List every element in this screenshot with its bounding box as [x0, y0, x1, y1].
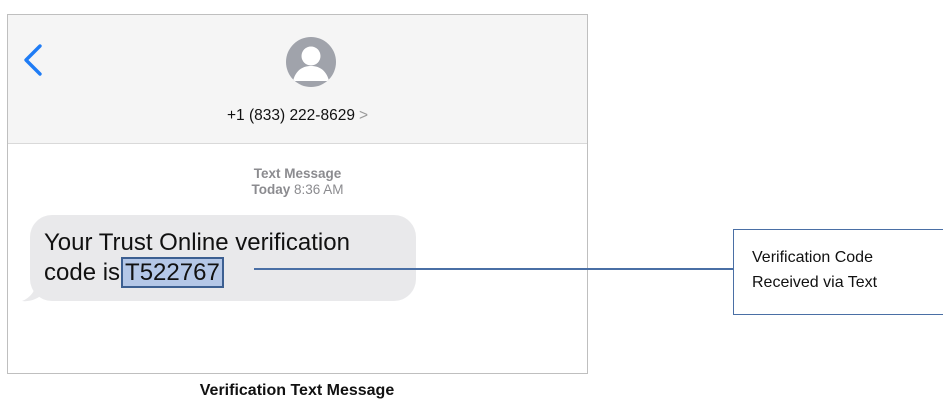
message-timestamp: Text Message Today 8:36 AM — [8, 166, 587, 198]
verification-code: T522767 — [121, 257, 224, 288]
message-type-label: Text Message — [253, 166, 342, 181]
contact-number: +1 (833) 222-8629 — [226, 107, 355, 124]
message-line-2-prefix: code is — [44, 259, 121, 286]
message-line-1: Your Trust Online verification — [44, 229, 350, 256]
message-bubble[interactable]: Your Trust Online verification code is T5… — [30, 215, 416, 301]
callout-box: Verification Code Received via Text — [733, 229, 943, 315]
person-icon[interactable] — [286, 37, 336, 87]
figure-caption: Verification Text Message — [199, 382, 395, 399]
chevron-left-icon[interactable] — [22, 43, 44, 77]
timestamp-time: 8:36 AM — [294, 182, 344, 197]
callout-line-2: Received via Text — [752, 274, 878, 291]
message-line-2: code is T522767 — [44, 257, 416, 288]
chevron-right-icon: > — [358, 107, 369, 124]
callout-connector-line — [254, 268, 734, 270]
conversation-header: +1 (833) 222-8629 > — [8, 15, 587, 144]
timestamp-day: Today — [251, 182, 291, 197]
contact-info[interactable]: +1 (833) 222-8629 > — [8, 107, 587, 125]
callout-line-1: Verification Code — [752, 249, 873, 266]
message-screenshot: +1 (833) 222-8629 > Text Message Today 8:… — [7, 14, 588, 374]
